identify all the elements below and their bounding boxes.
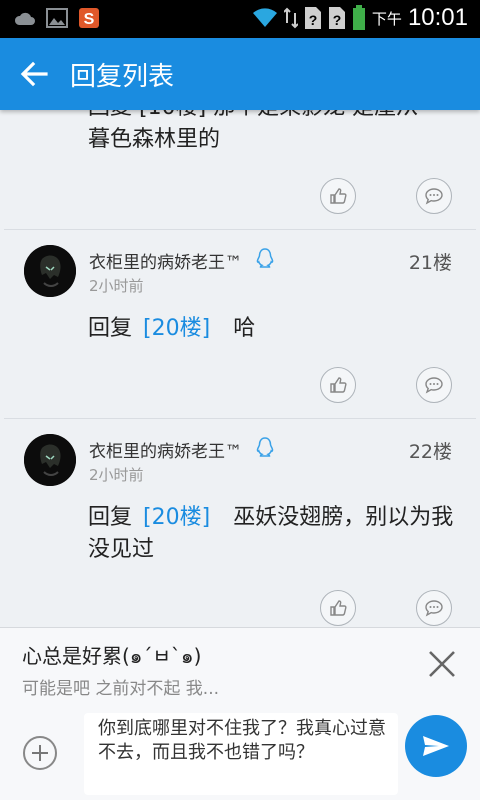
comment-icon <box>425 600 443 617</box>
svg-text:?: ? <box>309 12 318 28</box>
status-bar: S ? ? 下午 10:01 <box>0 0 480 38</box>
app-bar: 回复列表 <box>0 38 480 110</box>
message-input[interactable]: 你到底哪里对不住我了？我真心过意不去，而且我不也错了吗？ <box>84 713 398 795</box>
floor-number: 22楼 <box>408 441 452 463</box>
reply-content: 回复 [20楼] 巫妖没翅膀，别以为我 没见过 <box>88 502 458 566</box>
avatar[interactable] <box>24 245 76 297</box>
qq-penguin-icon <box>256 437 274 457</box>
add-attachment-button[interactable] <box>23 736 57 770</box>
quote-link[interactable]: [20楼] <box>143 505 210 530</box>
reply-target-title: 心总是好累(๑´ㅂ`๑) <box>22 644 202 668</box>
send-icon <box>423 736 449 756</box>
like-button[interactable] <box>320 590 356 626</box>
like-button[interactable] <box>320 178 356 214</box>
no-sim-icon: ? <box>304 7 321 29</box>
thumb-up-icon <box>330 600 347 616</box>
comment-button[interactable] <box>416 178 452 214</box>
thumb-up-icon <box>330 188 347 204</box>
username[interactable]: 衣柜里的病娇老王™ <box>89 437 242 462</box>
post-time: 2小时前 <box>89 277 144 295</box>
reply-content-line: 回复 [10楼] 那个是束影龙 是崖从 <box>88 110 458 124</box>
reply-card: 衣柜里的病娇老王™ 2小时前 22楼 回复 [20楼] 巫妖没翅膀，别以为我 没… <box>4 419 476 627</box>
cloud-icon <box>14 7 36 29</box>
qq-penguin-icon <box>256 248 274 268</box>
comment-icon <box>425 188 443 205</box>
reply-card: 回复 [10楼] 那个是束影龙 是崖从 暮色森林里的 <box>4 110 476 230</box>
reply-prefix: 回复 <box>88 316 133 341</box>
quote-link[interactable]: [20楼] <box>143 316 210 341</box>
reply-text: 哈 <box>233 316 256 341</box>
back-arrow-icon[interactable] <box>18 58 50 90</box>
reply-card: 衣柜里的病娇老王™ 2小时前 21楼 回复 [20楼] 哈 <box>4 230 476 419</box>
plus-icon <box>32 745 48 761</box>
reply-prefix: 回复 <box>88 505 133 530</box>
reply-text: 巫妖没翅膀，别以为我 <box>233 505 454 530</box>
reply-list[interactable]: 回复 [10楼] 那个是束影龙 是崖从 暮色森林里的 衣柜里的病娇老王™ 2小时… <box>0 110 480 627</box>
reply-target-bar: 心总是好累(๑´ㅂ`๑) 可能是吧 之前对不起 我... <box>0 627 480 704</box>
send-button[interactable] <box>405 715 467 777</box>
composer-bar: 你到底哪里对不住我了？我真心过意不去，而且我不也错了吗？ <box>0 703 480 800</box>
status-ampm: 下午 <box>371 9 402 28</box>
page-title: 回复列表 <box>70 62 175 92</box>
username[interactable]: 衣柜里的病娇老王™ <box>89 248 242 273</box>
app-s-icon: S <box>78 7 100 29</box>
message-input-text: 你到底哪里对不住我了？我真心过意不去，而且我不也错了吗？ <box>98 718 386 763</box>
reply-content: 回复 [20楼] 哈 <box>88 313 458 345</box>
comment-button[interactable] <box>416 367 452 403</box>
thumb-up-icon <box>330 377 347 393</box>
svg-text:?: ? <box>333 12 342 28</box>
svg-text:S: S <box>84 11 95 28</box>
comment-icon <box>425 377 443 394</box>
like-button[interactable] <box>320 367 356 403</box>
avatar[interactable] <box>24 434 76 486</box>
data-arrows-icon <box>283 7 298 29</box>
floor-number: 21楼 <box>408 252 452 274</box>
reply-target-preview: 可能是吧 之前对不起 我... <box>22 679 220 699</box>
reply-content: 回复 [10楼] 那个是束影龙 是崖从 暮色森林里的 <box>88 110 458 156</box>
status-time: 10:01 <box>407 4 468 31</box>
reply-content-line: 暮色森林里的 <box>88 127 221 152</box>
battery-icon <box>352 5 365 30</box>
reply-text: 没见过 <box>88 537 155 562</box>
comment-button[interactable] <box>416 590 452 626</box>
no-sim-icon: ? <box>328 7 345 29</box>
close-icon[interactable] <box>426 648 458 680</box>
post-time: 2小时前 <box>89 466 144 484</box>
image-icon <box>46 7 68 29</box>
wifi-icon <box>252 8 277 27</box>
